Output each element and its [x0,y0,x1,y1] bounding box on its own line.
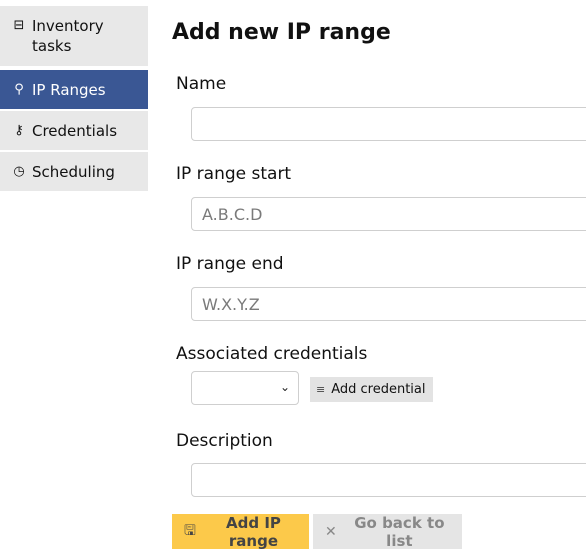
sidebar-item-label: Inventory tasks [32,17,104,55]
save-icon: 🖫 [184,522,196,539]
sidebar-item-label: Credentials [32,122,118,140]
close-icon: ✕ [325,523,337,540]
description-input[interactable] [191,463,586,497]
name-input[interactable] [191,107,586,141]
name-label: Name [176,74,227,94]
sidebar-item-ip-ranges[interactable]: ⚲ IP Ranges [0,70,148,109]
add-ip-range-button[interactable]: 🖫 Add IP range [172,513,309,550]
ip-range-start-label: IP range start [176,164,292,184]
chevron-down-icon: ⌄ [279,380,290,394]
add-ip-range-label: Add IP range [226,513,281,550]
sidebar-item-inventory-tasks[interactable]: ⊟ Inventory tasks [0,6,148,66]
ip-range-end-label: IP range end [176,254,284,274]
ip-range-end-input[interactable] [191,287,586,321]
add-credential-label: Add credential [331,382,426,397]
description-label: Description [176,431,273,451]
sidebar-item-label: IP Ranges [32,81,106,99]
page-title: Add new IP range [172,20,391,45]
sidebar-item-scheduling[interactable]: ◷ Scheduling [0,152,148,191]
credentials-select[interactable]: ⌄ [191,371,299,405]
clock-icon: ◷ [13,164,25,179]
add-credential-button[interactable]: ≡ Add credential [310,377,433,402]
sidebar-item-label: Scheduling [32,163,115,181]
key-icon: ⚷ [14,123,24,138]
ip-range-start-input[interactable] [191,197,586,231]
sidebar-item-credentials[interactable]: ⚷ Credentials [0,111,148,150]
inventory-tasks-icon: ⊟ [13,18,25,33]
go-back-label: Go back to list [354,513,445,550]
list-add-icon: ≡ [316,383,326,396]
ip-ranges-icon: ⚲ [14,82,24,97]
associated-credentials-label: Associated credentials [176,344,368,364]
go-back-button[interactable]: ✕ Go back to list [313,513,462,550]
